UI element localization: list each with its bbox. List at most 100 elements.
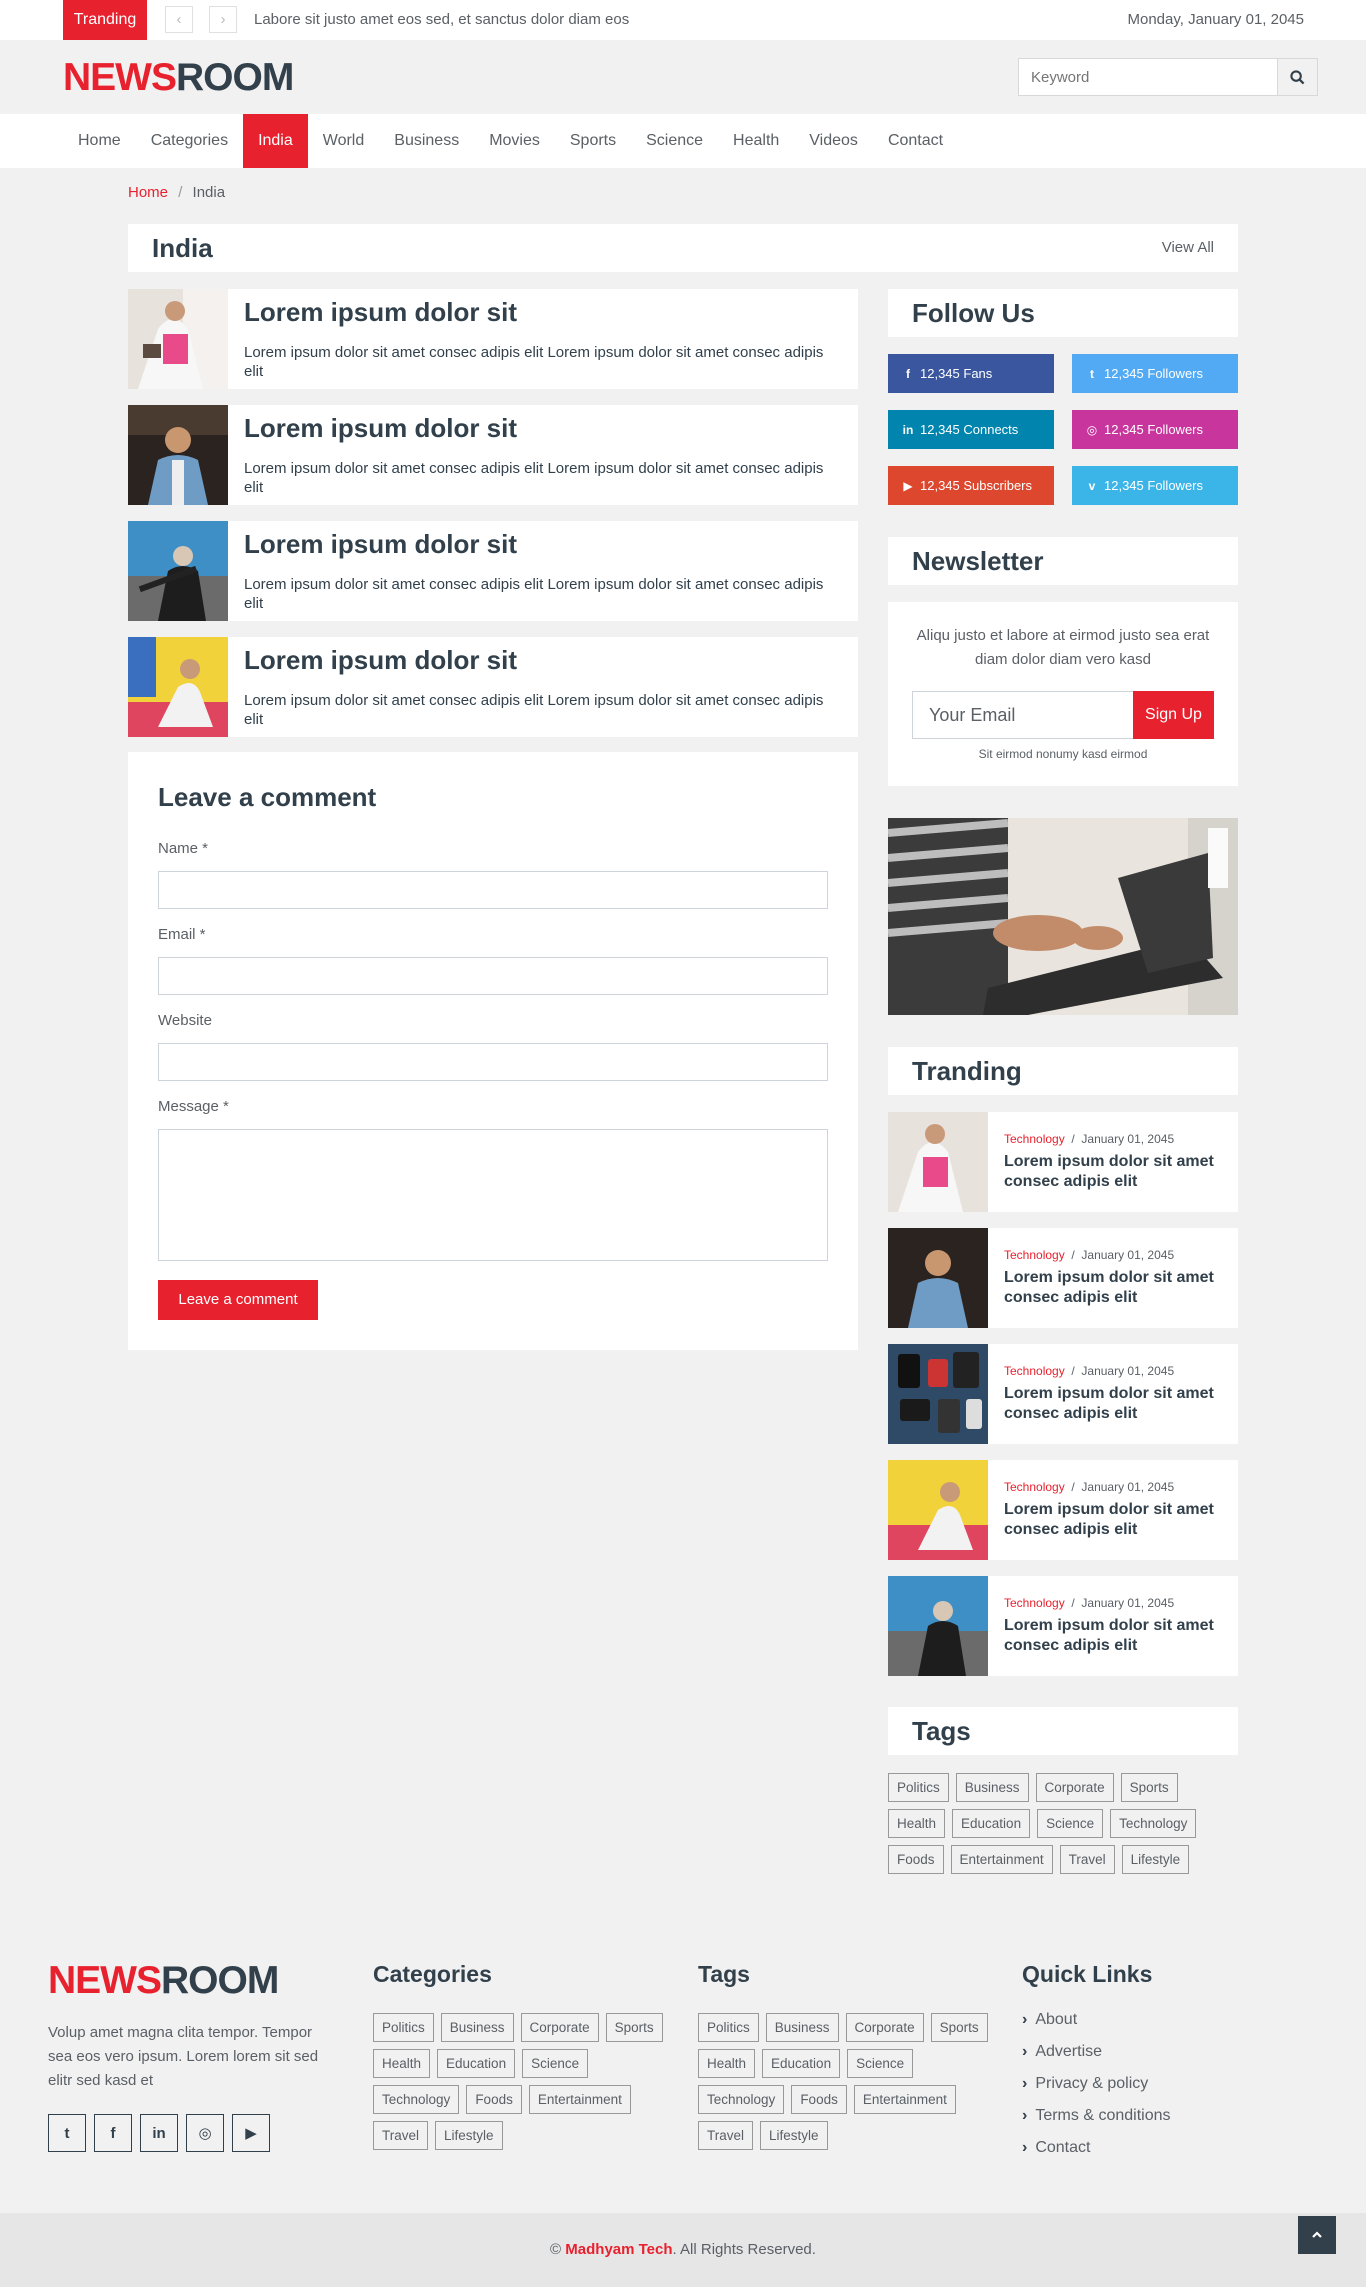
nav-item-sports[interactable]: Sports [555,114,631,168]
vimeo-follow-button[interactable]: v 12,345 Followers [1072,466,1238,505]
tag-lifestyle[interactable]: Lifestyle [435,2121,503,2150]
tag-politics[interactable]: Politics [698,2013,759,2042]
message-textarea[interactable] [158,1129,828,1261]
tag-science[interactable]: Science [1037,1809,1104,1838]
nav-item-videos[interactable]: Videos [794,114,873,168]
quick-link-privacy-policy[interactable]: › Privacy & policy [1022,2075,1148,2093]
trending-item[interactable]: Technology / January 01, 2045 Lorem ipsum… [888,1112,1238,1212]
trending-title[interactable]: Lorem ipsum dolor sit amet consec adipis… [1004,1152,1224,1192]
trending-item[interactable]: Technology / January 01, 2045 Lorem ipsum… [888,1344,1238,1444]
ticker-next-button[interactable]: › [209,6,237,33]
instagram-follow-button[interactable]: ◎ 12,345 Followers [1072,410,1238,449]
tag-foods[interactable]: Foods [888,1845,944,1874]
tag-technology[interactable]: Technology [698,2085,785,2114]
email-field[interactable] [158,957,828,995]
facebook-follow-button[interactable]: f 12,345 Fans [888,354,1054,393]
tag-corporate[interactable]: Corporate [845,2013,924,2042]
linkedin-icon[interactable]: in [140,2114,178,2152]
tag-lifestyle[interactable]: Lifestyle [760,2121,828,2150]
tag-travel[interactable]: Travel [1059,1845,1115,1874]
ticker-text[interactable]: Labore sit justo amet eos sed, et sanctu… [254,0,629,40]
tag-health[interactable]: Health [888,1809,946,1838]
nav-item-categories[interactable]: Categories [136,114,243,168]
news-item[interactable]: Lorem ipsum dolor sit Lorem ipsum dolor … [128,637,858,737]
view-all-link[interactable]: View All [1162,224,1214,272]
nav-item-business[interactable]: Business [379,114,474,168]
tag-travel[interactable]: Travel [373,2121,429,2150]
tag-entertainment[interactable]: Entertainment [528,2085,631,2114]
tag-politics[interactable]: Politics [888,1773,949,1802]
news-item[interactable]: Lorem ipsum dolor sit Lorem ipsum dolor … [128,289,858,389]
tag-health[interactable]: Health [698,2049,756,2078]
tag-technology[interactable]: Technology [373,2085,460,2114]
tag-business[interactable]: Business [955,1773,1029,1802]
quick-link-terms-conditions[interactable]: › Terms & conditions [1022,2107,1171,2125]
trending-category[interactable]: Technology [1004,1248,1065,1262]
site-logo[interactable]: NEWSROOM [63,57,294,99]
news-title[interactable]: Lorem ipsum dolor sit [244,529,517,560]
trending-category[interactable]: Technology [1004,1596,1065,1610]
news-title[interactable]: Lorem ipsum dolor sit [244,413,517,444]
trending-title[interactable]: Lorem ipsum dolor sit amet consec adipis… [1004,1384,1224,1424]
trending-category[interactable]: Technology [1004,1132,1065,1146]
tag-entertainment[interactable]: Entertainment [853,2085,956,2114]
search-button[interactable] [1277,59,1317,95]
tag-travel[interactable]: Travel [698,2121,754,2150]
tag-sports[interactable]: Sports [930,2013,988,2042]
trending-category[interactable]: Technology [1004,1364,1065,1378]
tag-foods[interactable]: Foods [466,2085,522,2114]
youtube-follow-button[interactable]: ▶ 12,345 Subscribers [888,466,1054,505]
signup-button[interactable]: Sign Up [1133,691,1214,739]
tag-business[interactable]: Business [765,2013,839,2042]
nav-item-world[interactable]: World [308,114,380,168]
breadcrumb-home[interactable]: Home [128,184,168,201]
tag-sports[interactable]: Sports [1120,1773,1178,1802]
trending-item[interactable]: Technology / January 01, 2045 Lorem ipsum… [888,1576,1238,1676]
tag-education[interactable]: Education [952,1809,1031,1838]
search-input[interactable] [1019,59,1277,95]
tag-education[interactable]: Education [762,2049,841,2078]
tag-sports[interactable]: Sports [605,2013,663,2042]
submit-comment-button[interactable]: Leave a comment [158,1280,318,1320]
quick-link-contact[interactable]: › Contact [1022,2139,1090,2157]
ad-image[interactable] [888,818,1238,1015]
tag-science[interactable]: Science [522,2049,589,2078]
ticker-prev-button[interactable]: ‹ [165,6,193,33]
trending-item[interactable]: Technology / January 01, 2045 Lorem ipsum… [888,1228,1238,1328]
twitter-icon[interactable]: t [48,2114,86,2152]
tag-corporate[interactable]: Corporate [1035,1773,1114,1802]
news-item[interactable]: Lorem ipsum dolor sit Lorem ipsum dolor … [128,521,858,621]
nav-item-science[interactable]: Science [631,114,718,168]
tag-corporate[interactable]: Corporate [520,2013,599,2042]
nav-item-contact[interactable]: Contact [873,114,958,168]
trending-item[interactable]: Technology / January 01, 2045 Lorem ipsum… [888,1460,1238,1560]
name-field[interactable] [158,871,828,909]
nav-item-india[interactable]: India [243,114,308,168]
trending-title[interactable]: Lorem ipsum dolor sit amet consec adipis… [1004,1268,1224,1308]
tag-science[interactable]: Science [847,2049,914,2078]
news-title[interactable]: Lorem ipsum dolor sit [244,297,517,328]
tag-entertainment[interactable]: Entertainment [950,1845,1053,1874]
facebook-icon[interactable]: f [94,2114,132,2152]
quick-link-about[interactable]: › About [1022,2011,1077,2029]
tag-foods[interactable]: Foods [791,2085,847,2114]
tag-health[interactable]: Health [373,2049,431,2078]
trending-title[interactable]: Lorem ipsum dolor sit amet consec adipis… [1004,1616,1224,1656]
newsletter-email-input[interactable]: Your Email [912,691,1134,739]
trending-title[interactable]: Lorem ipsum dolor sit amet consec adipis… [1004,1500,1224,1540]
tag-technology[interactable]: Technology [1110,1809,1197,1838]
tag-business[interactable]: Business [440,2013,514,2042]
news-title[interactable]: Lorem ipsum dolor sit [244,645,517,676]
instagram-icon[interactable]: ◎ [186,2114,224,2152]
tag-education[interactable]: Education [437,2049,516,2078]
tag-politics[interactable]: Politics [373,2013,434,2042]
copyright-brand-link[interactable]: Madhyam Tech [565,2241,672,2258]
footer-logo[interactable]: NEWSROOM [48,1959,279,2003]
youtube-icon[interactable]: ▶ [232,2114,270,2152]
news-item[interactable]: Lorem ipsum dolor sit Lorem ipsum dolor … [128,405,858,505]
nav-item-movies[interactable]: Movies [474,114,555,168]
website-field[interactable] [158,1043,828,1081]
twitter-follow-button[interactable]: t 12,345 Followers [1072,354,1238,393]
nav-item-health[interactable]: Health [718,114,794,168]
tag-lifestyle[interactable]: Lifestyle [1121,1845,1190,1874]
